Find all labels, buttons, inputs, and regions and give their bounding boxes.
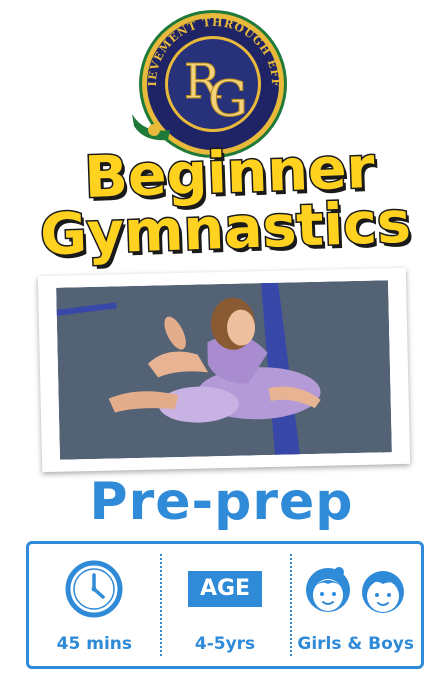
logo-letter-g: G [208, 70, 248, 128]
photo-frame [37, 267, 411, 473]
girl-boy-faces-icon [301, 560, 411, 618]
age-column: AGE 4-5yrs [159, 544, 291, 666]
age-badge: AGE [187, 571, 263, 607]
age-label: 4-5yrs [194, 634, 256, 654]
clock-icon [65, 560, 123, 618]
class-info-box: 45 mins AGE 4-5yrs Girls & Boys [26, 541, 424, 669]
duration-label: 45 mins [56, 634, 132, 654]
title-line-2: Gymnastics [38, 188, 414, 270]
rg-logo: ACHIEVEMENT THROUGH EFFORT R G [118, 0, 302, 160]
audience-column: Girls & Boys [290, 544, 421, 666]
program-name: Pre-prep [89, 472, 354, 532]
duration-column: 45 mins [29, 544, 160, 666]
gymnast-photo [56, 280, 392, 460]
audience-label: Girls & Boys [297, 634, 414, 654]
age-badge-wrap: AGE [187, 560, 263, 618]
